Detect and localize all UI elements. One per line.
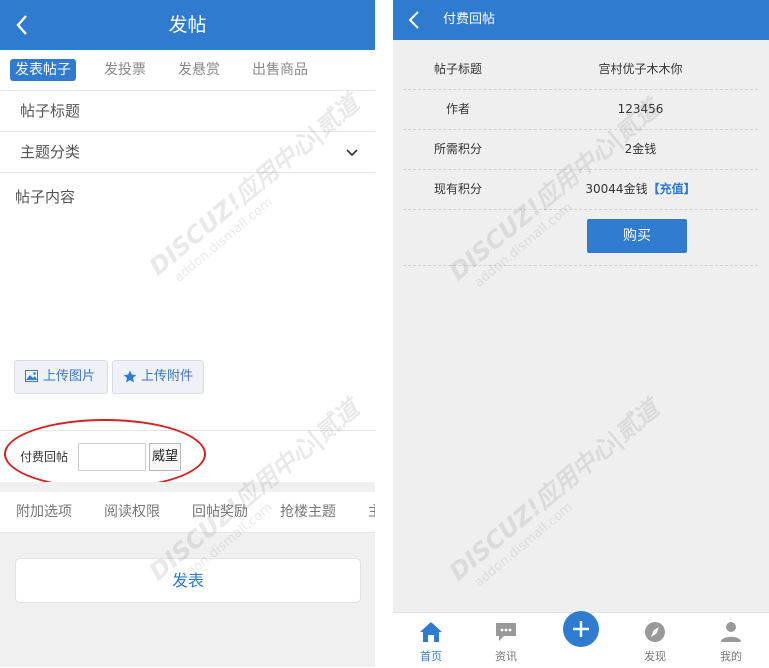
tabbar-label: 首页 [420,650,442,663]
tab-floor-grab[interactable]: 抢楼主题 [280,492,336,532]
row-key: 现有积分 [433,182,482,196]
row-value: 30044金钱【充值】 [533,169,748,209]
tab-reward[interactable]: 发悬赏 [178,59,220,81]
tabbar-label: 发现 [644,650,666,663]
tab-more[interactable]: 主 [368,492,375,532]
star-icon [123,370,137,383]
tabbar-home[interactable]: 首页 [401,613,461,668]
upload-attachment-button[interactable]: 上传附件 [112,360,204,394]
plus-icon [573,621,589,637]
compass-icon [645,622,665,642]
paid-reply-screen: 付费回帖 帖子标题 宫村优子木木你 作者 123456 所需积分 2金钱 现有积… [393,0,769,668]
chat-icon [496,623,516,641]
recharge-link[interactable]: 【充值】 [648,182,696,196]
bottom-tab-bar: 首页 资讯 发现 我的 [393,611,769,668]
tab-sell-goods[interactable]: 出售商品 [252,59,308,81]
chevron-down-icon [345,145,359,159]
info-row-author: 作者 123456 [403,89,758,130]
header-bar: 发帖 [0,0,375,50]
tab-poll[interactable]: 发投票 [104,59,146,81]
tabbar-me[interactable]: 我的 [701,613,761,668]
publish-plus-button[interactable] [563,611,599,647]
row-value: 2金钱 [624,142,657,156]
tabbar-label: 资讯 [495,650,517,663]
tabbar-label: 我的 [720,650,742,663]
submit-button[interactable]: 发表 [15,558,361,603]
image-icon [25,370,38,382]
annotation-circle [4,419,206,489]
category-placeholder: 主题分类 [20,143,81,161]
tabbar-discover[interactable]: 发现 [625,613,685,668]
upload-image-label: 上传图片 [43,369,96,384]
title-placeholder: 帖子标题 [20,102,81,120]
tab-extra-options[interactable]: 附加选项 [16,492,72,532]
row-value: 宫村优子木木你 [598,62,683,76]
post-type-tabs: 发表帖子 发投票 发悬赏 出售商品 [0,50,375,91]
user-icon [721,622,741,642]
page-title: 发帖 [168,14,207,36]
upload-image-button[interactable]: 上传图片 [14,360,108,394]
tab-reply-reward[interactable]: 回帖奖励 [192,492,248,532]
back-arrow-icon[interactable] [407,10,421,30]
upload-attachment-label: 上传附件 [141,369,194,384]
info-row-title: 帖子标题 宫村优子木木你 [403,49,758,90]
row-key: 所需积分 [433,142,482,156]
current-points: 30044金钱 [585,182,648,196]
buy-row [403,225,758,266]
content-textarea[interactable]: 帖子内容 [15,186,75,207]
row-key: 帖子标题 [433,62,482,76]
title-input[interactable]: 帖子标题 [0,91,375,132]
buy-button[interactable]: 购买 [587,219,687,253]
tabbar-news[interactable]: 资讯 [476,613,536,668]
row-key: 作者 [445,102,470,116]
divider [0,482,375,492]
home-icon [420,622,442,642]
tab-post-thread[interactable]: 发表帖子 [10,59,76,81]
extra-options-tabs: 附加选项 阅读权限 回帖奖励 抢楼主题 主 [0,492,375,533]
row-value: 123456 [617,102,664,116]
category-select[interactable]: 主题分类 [0,132,375,173]
info-row-required: 所需积分 2金钱 [403,129,758,170]
header-bar: 付费回帖 [393,0,769,40]
post-compose-screen: 发帖 发表帖子 发投票 发悬赏 出售商品 帖子标题 主题分类 帖子内容 上传图片… [0,0,375,667]
page-title: 付费回帖 [443,12,496,27]
info-row-current: 现有积分 30044金钱【充值】 [403,169,758,210]
tab-read-permission[interactable]: 阅读权限 [104,492,160,532]
